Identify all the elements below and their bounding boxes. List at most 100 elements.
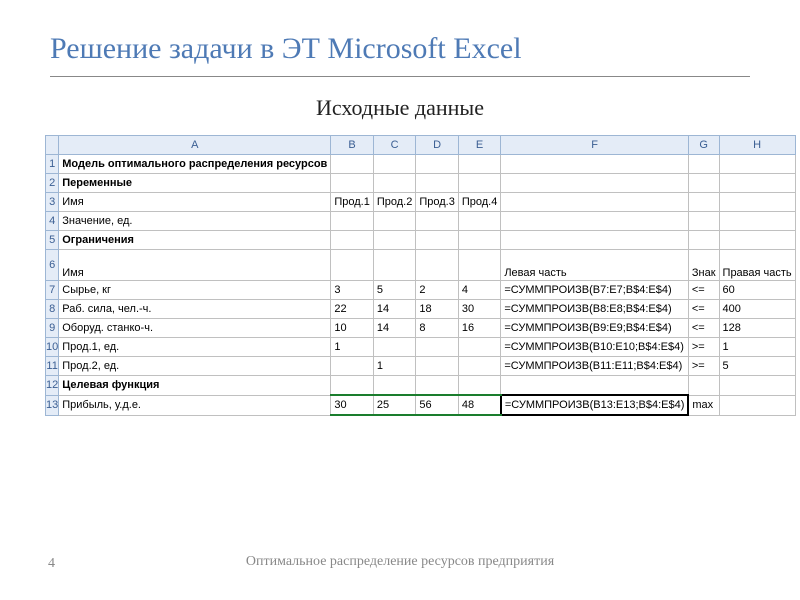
cell-H4[interactable] — [719, 212, 795, 231]
row-header-8[interactable]: 8 — [46, 300, 59, 319]
cell-F2[interactable] — [501, 174, 689, 193]
cell-B6[interactable] — [331, 250, 374, 281]
cell-F10[interactable]: =СУММПРОИЗВ(B10:E10;B$4:E$4) — [501, 338, 689, 357]
cell-C10[interactable] — [373, 338, 416, 357]
select-all-cell[interactable] — [46, 136, 59, 155]
cell-D5[interactable] — [416, 231, 459, 250]
col-header-A[interactable]: A — [59, 136, 331, 155]
cell-H8[interactable]: 400 — [719, 300, 795, 319]
col-header-B[interactable]: B — [331, 136, 374, 155]
cell-E11[interactable] — [458, 357, 501, 376]
cell-H13[interactable] — [719, 395, 795, 415]
cell-G7[interactable]: <= — [688, 281, 719, 300]
cell-H5[interactable] — [719, 231, 795, 250]
cell-D4[interactable] — [416, 212, 459, 231]
row-header-3[interactable]: 3 — [46, 193, 59, 212]
cell-G2[interactable] — [688, 174, 719, 193]
cell-B7[interactable]: 3 — [331, 281, 374, 300]
cell-G9[interactable]: <= — [688, 319, 719, 338]
cell-B11[interactable] — [331, 357, 374, 376]
cell-G12[interactable] — [688, 376, 719, 396]
cell-B10[interactable]: 1 — [331, 338, 374, 357]
cell-C2[interactable] — [373, 174, 416, 193]
cell-E10[interactable] — [458, 338, 501, 357]
cell-B12[interactable] — [331, 376, 374, 396]
cell-C9[interactable]: 14 — [373, 319, 416, 338]
cell-B1[interactable] — [331, 155, 374, 174]
cell-G8[interactable]: <= — [688, 300, 719, 319]
row-header-11[interactable]: 11 — [46, 357, 59, 376]
cell-H3[interactable] — [719, 193, 795, 212]
row-header-13[interactable]: 13 — [46, 395, 59, 415]
cell-F6[interactable]: Левая часть — [501, 250, 689, 281]
cell-A12[interactable]: Целевая функция — [59, 376, 331, 396]
cell-F1[interactable] — [501, 155, 689, 174]
cell-C3[interactable]: Прод.2 — [373, 193, 416, 212]
cell-D2[interactable] — [416, 174, 459, 193]
cell-D3[interactable]: Прод.3 — [416, 193, 459, 212]
col-header-G[interactable]: G — [688, 136, 719, 155]
cell-C4[interactable] — [373, 212, 416, 231]
cell-E6[interactable] — [458, 250, 501, 281]
cell-G1[interactable] — [688, 155, 719, 174]
row-header-6[interactable]: 6 — [46, 250, 59, 281]
cell-H12[interactable] — [719, 376, 795, 396]
col-header-C[interactable]: C — [373, 136, 416, 155]
cell-D10[interactable] — [416, 338, 459, 357]
cell-C8[interactable]: 14 — [373, 300, 416, 319]
cell-H9[interactable]: 128 — [719, 319, 795, 338]
cell-A5[interactable]: Ограничения — [59, 231, 331, 250]
cell-B2[interactable] — [331, 174, 374, 193]
cell-G11[interactable]: >= — [688, 357, 719, 376]
cell-E12[interactable] — [458, 376, 501, 396]
col-header-D[interactable]: D — [416, 136, 459, 155]
cell-E2[interactable] — [458, 174, 501, 193]
cell-B5[interactable] — [331, 231, 374, 250]
cell-C12[interactable] — [373, 376, 416, 396]
cell-A8[interactable]: Раб. сила, чел.-ч. — [59, 300, 331, 319]
cell-A6[interactable]: Имя — [59, 250, 331, 281]
cell-F11[interactable]: =СУММПРОИЗВ(B11:E11;B$4:E$4) — [501, 357, 689, 376]
cell-F12[interactable] — [501, 376, 689, 396]
cell-A2[interactable]: Переменные — [59, 174, 331, 193]
cell-G10[interactable]: >= — [688, 338, 719, 357]
row-header-9[interactable]: 9 — [46, 319, 59, 338]
col-header-H[interactable]: H — [719, 136, 795, 155]
cell-H7[interactable]: 60 — [719, 281, 795, 300]
cell-B4[interactable] — [331, 212, 374, 231]
cell-G4[interactable] — [688, 212, 719, 231]
cell-E1[interactable] — [458, 155, 501, 174]
cell-G13[interactable]: max — [688, 395, 719, 415]
cell-C13[interactable]: 25 — [373, 395, 416, 415]
cell-E13[interactable]: 48 — [458, 395, 501, 415]
cell-G3[interactable] — [688, 193, 719, 212]
cell-F7[interactable]: =СУММПРОИЗВ(B7:E7;B$4:E$4) — [501, 281, 689, 300]
cell-F5[interactable] — [501, 231, 689, 250]
cell-B3[interactable]: Прод.1 — [331, 193, 374, 212]
cell-F13[interactable]: =СУММПРОИЗВ(B13:E13;B$4:E$4) — [501, 395, 689, 415]
cell-B9[interactable]: 10 — [331, 319, 374, 338]
cell-D9[interactable]: 8 — [416, 319, 459, 338]
cell-H1[interactable] — [719, 155, 795, 174]
row-header-12[interactable]: 12 — [46, 376, 59, 396]
col-header-E[interactable]: E — [458, 136, 501, 155]
cell-D13[interactable]: 56 — [416, 395, 459, 415]
cell-G6[interactable]: Знак — [688, 250, 719, 281]
cell-D1[interactable] — [416, 155, 459, 174]
cell-A10[interactable]: Прод.1, ед. — [59, 338, 331, 357]
col-header-F[interactable]: F — [501, 136, 689, 155]
cell-C7[interactable]: 5 — [373, 281, 416, 300]
row-header-10[interactable]: 10 — [46, 338, 59, 357]
cell-F8[interactable]: =СУММПРОИЗВ(B8:E8;B$4:E$4) — [501, 300, 689, 319]
cell-C6[interactable] — [373, 250, 416, 281]
cell-C11[interactable]: 1 — [373, 357, 416, 376]
cell-A7[interactable]: Сырье, кг — [59, 281, 331, 300]
cell-E7[interactable]: 4 — [458, 281, 501, 300]
row-header-2[interactable]: 2 — [46, 174, 59, 193]
cell-D12[interactable] — [416, 376, 459, 396]
cell-D11[interactable] — [416, 357, 459, 376]
row-header-4[interactable]: 4 — [46, 212, 59, 231]
cell-B8[interactable]: 22 — [331, 300, 374, 319]
row-header-5[interactable]: 5 — [46, 231, 59, 250]
cell-A11[interactable]: Прод.2, ед. — [59, 357, 331, 376]
